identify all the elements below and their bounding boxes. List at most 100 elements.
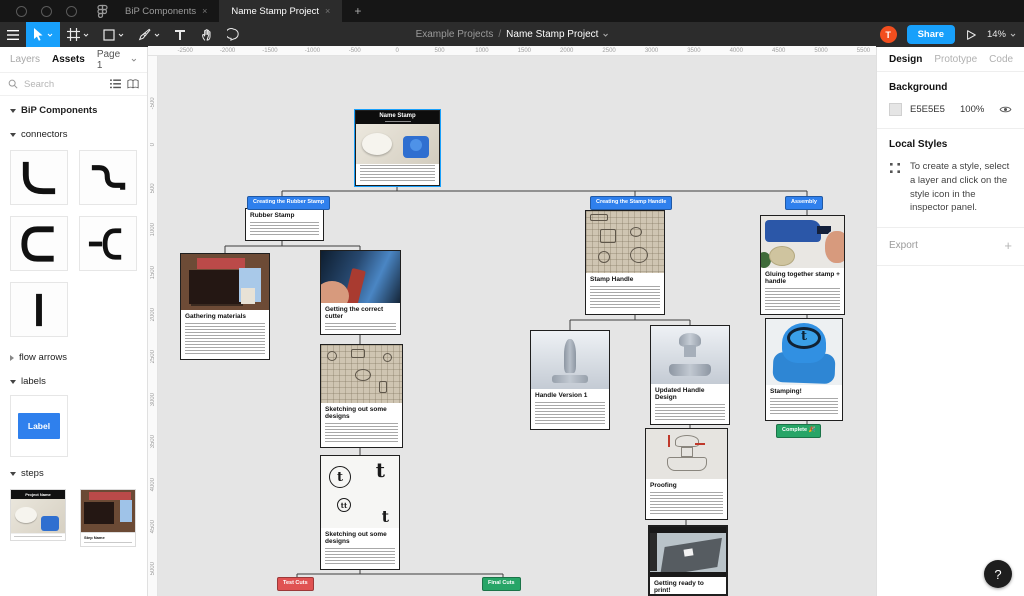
tab-prototype[interactable]: Prototype: [934, 54, 977, 65]
connector-components: [0, 144, 147, 343]
background-section: Background E5E5E5 100%: [877, 72, 1024, 129]
move-tool-button[interactable]: [26, 22, 60, 47]
eye-visibility-icon[interactable]: [999, 105, 1012, 114]
card-rubber-stamp[interactable]: Rubber Stamp: [245, 208, 324, 241]
page-selector[interactable]: Page 1: [97, 49, 137, 71]
list-view-icon[interactable]: [110, 79, 121, 89]
rectangle-icon: [103, 29, 115, 41]
text-icon: [174, 29, 186, 41]
card-photo: t tt t t: [321, 456, 399, 528]
text-tool-button[interactable]: [167, 22, 193, 47]
breadcrumb-project-link[interactable]: Example Projects: [416, 29, 494, 40]
card-handle-version-1[interactable]: Handle Version 1: [530, 330, 610, 430]
card-title: Handle Version 1: [535, 392, 605, 399]
chevron-down-icon: [118, 33, 124, 37]
canvas[interactable]: Name Stamp Rubber Stamp Gathering materi…: [148, 46, 876, 596]
hand-icon: [200, 28, 213, 41]
card-gluing-together-stamp-handle[interactable]: Gluing together stamp + handle: [760, 215, 845, 315]
hand-tool-button[interactable]: [193, 22, 220, 47]
search-icon: [8, 79, 18, 89]
flow-label-test-cuts[interactable]: Test Cuts: [277, 577, 314, 591]
card-photo: [531, 331, 609, 389]
card-body-text: [770, 398, 838, 416]
component-connector-vertical-line[interactable]: [10, 282, 68, 337]
card-photo: [586, 211, 664, 273]
library-book-icon[interactable]: [127, 79, 139, 89]
window-zoom-button[interactable]: [66, 6, 77, 17]
section-label: BiP Components: [21, 105, 97, 116]
figma-app-window: BiP Components × Name Stamp Project × +: [0, 0, 1024, 596]
file-name: Name Stamp Project: [506, 29, 598, 40]
user-avatar[interactable]: T: [880, 26, 897, 43]
card-photo: [321, 251, 400, 303]
window-close-button[interactable]: [16, 6, 27, 17]
card-gathering-materials[interactable]: Gathering materials: [180, 253, 270, 360]
tab-code[interactable]: Code: [989, 54, 1013, 65]
card-sketching-designs-2[interactable]: t tt t t Sketching out some designs: [320, 455, 400, 570]
help-button[interactable]: ?: [984, 560, 1012, 588]
flow-label-creating-the-stamp-handle[interactable]: Creating the Stamp Handle: [590, 196, 672, 210]
page-name: Page 1: [97, 49, 127, 71]
section-label: connectors: [21, 129, 67, 140]
flow-label-assembly[interactable]: Assembly: [785, 196, 823, 210]
search-input[interactable]: [24, 79, 104, 90]
card-updated-handle-design[interactable]: Updated Handle Design: [650, 325, 730, 425]
flow-label-creating-the-rubber-stamp[interactable]: Creating the Rubber Stamp: [247, 196, 330, 210]
section-steps[interactable]: steps: [0, 459, 147, 483]
component-connector-corner[interactable]: [10, 150, 68, 205]
card-proofing[interactable]: Proofing: [645, 428, 728, 520]
background-color-swatch[interactable]: [889, 103, 902, 116]
zoom-level-dropdown[interactable]: 14%: [987, 29, 1016, 40]
share-button[interactable]: Share: [907, 25, 955, 44]
file-tab-name-stamp-project[interactable]: Name Stamp Project ×: [219, 0, 342, 22]
component-project-card[interactable]: Project Name: [10, 489, 66, 541]
card-photo: [650, 527, 726, 577]
card-stamp-handle[interactable]: Stamp Handle: [585, 210, 665, 315]
card-title: Stamping!: [770, 388, 838, 395]
chevron-down-icon: [154, 33, 160, 37]
component-label[interactable]: Label: [10, 395, 68, 457]
card-stamping[interactable]: t Stamping!: [765, 318, 843, 421]
background-hex-value[interactable]: E5E5E5: [910, 104, 952, 115]
section-bip-components[interactable]: BiP Components: [0, 96, 147, 120]
close-tab-icon[interactable]: ×: [202, 6, 207, 16]
window-minimize-button[interactable]: [41, 6, 52, 17]
shape-tool-button[interactable]: [96, 22, 131, 47]
window-controls: [0, 0, 91, 22]
section-connectors[interactable]: connectors: [0, 120, 147, 144]
tab-layers[interactable]: Layers: [10, 54, 40, 65]
section-flow-arrows[interactable]: flow arrows: [0, 343, 147, 367]
frame-icon: [67, 28, 80, 41]
figma-logo-icon: [91, 0, 113, 22]
main-menu-button[interactable]: [0, 22, 26, 47]
component-step-card[interactable]: Step Name: [80, 489, 136, 547]
present-play-icon[interactable]: [965, 29, 977, 41]
tab-design[interactable]: Design: [889, 54, 922, 65]
background-opacity-value[interactable]: 100%: [960, 104, 991, 115]
comment-tool-button[interactable]: [220, 22, 247, 47]
component-connector-fork[interactable]: [79, 216, 137, 271]
card-getting-ready-to-print[interactable]: Getting ready to print!: [648, 525, 728, 596]
frame-tool-button[interactable]: [60, 22, 96, 47]
file-tab-bip-components[interactable]: BiP Components ×: [113, 0, 219, 22]
pen-tool-button[interactable]: [131, 22, 167, 47]
flow-label-complete[interactable]: Complete 🎉: [776, 424, 821, 438]
card-name-stamp[interactable]: Name Stamp: [355, 110, 440, 186]
component-connector-s-curve[interactable]: [79, 150, 137, 205]
new-tab-button[interactable]: +: [342, 0, 373, 22]
flow-label-final-cuts[interactable]: Final Cuts: [482, 577, 521, 591]
tab-label: BiP Components: [125, 6, 196, 17]
close-tab-icon[interactable]: ×: [325, 6, 330, 16]
section-labels[interactable]: labels: [0, 367, 147, 391]
zoom-value: 14%: [987, 29, 1006, 40]
component-connector-c-bracket[interactable]: [10, 216, 68, 271]
card-title: Stamp Handle: [590, 276, 660, 283]
horizontal-ruler: -2500-2000-1500-1000-5000500100015002000…: [148, 46, 876, 56]
tab-assets[interactable]: Assets: [52, 54, 85, 65]
breadcrumb-file-menu[interactable]: Name Stamp Project: [506, 29, 608, 40]
card-getting-the-correct-cutter[interactable]: Getting the correct cutter: [320, 250, 401, 335]
style-dots-icon: [889, 162, 901, 174]
card-sketching-designs-1[interactable]: Sketching out some designs: [320, 344, 403, 448]
add-export-button[interactable]: +: [1004, 238, 1012, 253]
chevron-down-icon: [1010, 33, 1016, 37]
